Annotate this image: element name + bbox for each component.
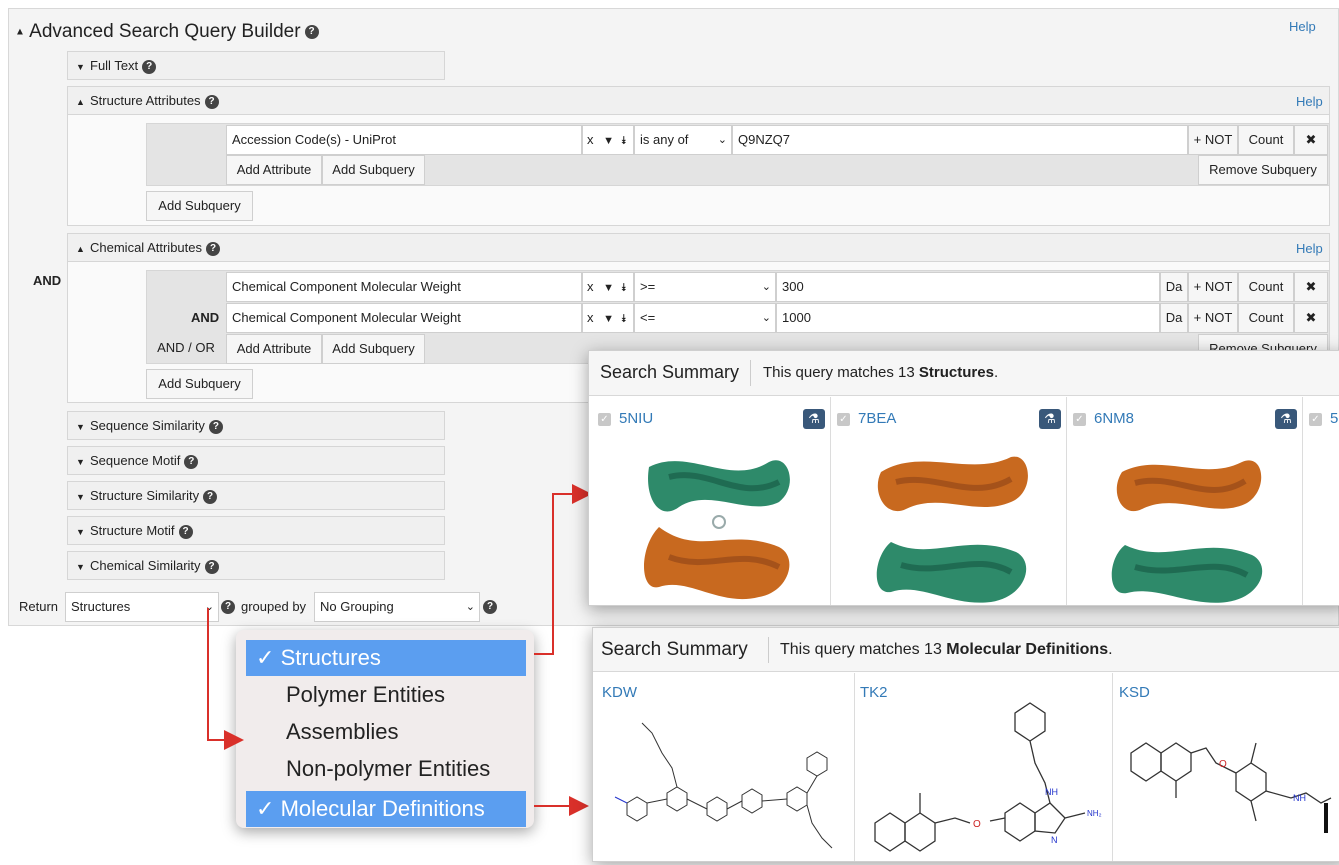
flask-icon[interactable]: ⚗: [803, 409, 825, 429]
summary-text-prefix: This query matches 13: [780, 641, 947, 658]
card-id-row: ✓ 5NIU: [598, 410, 653, 427]
structure-card[interactable]: ✓ 5: [1303, 397, 1339, 605]
summary-text: This query matches 13 Structures.: [763, 364, 998, 381]
molecule-card[interactable]: KSD NH O: [1113, 673, 1339, 861]
protein-ribbon-image: [1111, 460, 1263, 603]
structure-card[interactable]: ✓ 6NM8 ⚗: [1067, 397, 1303, 605]
arrow-to-structures-summary: [534, 484, 592, 655]
oxygen-label: O: [1219, 759, 1227, 770]
summary-header: Search Summary This query matches 13 Str…: [589, 351, 1339, 396]
card-id-row: ✓ 7BEA: [837, 410, 896, 427]
molecule-card[interactable]: TK2 O NH N NH₂: [855, 673, 1113, 861]
checkbox-icon[interactable]: ✓: [598, 412, 611, 426]
molecule-card[interactable]: KDW: [593, 673, 855, 861]
checkbox-icon[interactable]: ✓: [837, 412, 850, 426]
checkbox-icon[interactable]: ✓: [1309, 412, 1322, 426]
nh-label: NH: [1045, 787, 1058, 797]
molecule-id-link[interactable]: KSD: [1119, 684, 1150, 701]
flask-icon[interactable]: ⚗: [1275, 409, 1297, 429]
summary-text-bold: Structures: [918, 364, 994, 381]
summary-text-bold: Molecular Definitions: [946, 641, 1109, 658]
summary-text-suffix: .: [1108, 641, 1113, 658]
summary-title: Search Summary: [601, 639, 748, 660]
divider: [750, 360, 751, 386]
summary-text-suffix: .: [993, 364, 999, 381]
protein-ribbon-image: [644, 460, 790, 600]
card-id-row: ✓ 6NM8: [1073, 410, 1134, 427]
molecule-id-link[interactable]: KDW: [602, 684, 637, 701]
flask-icon[interactable]: ⚗: [1039, 409, 1061, 429]
structure-card[interactable]: ✓ 5NIU ⚗: [589, 397, 831, 605]
protein-ribbon-image: [876, 456, 1028, 603]
arrow-to-dropdown: [207, 608, 244, 750]
nh2-label: NH₂: [1087, 809, 1102, 818]
card-id-row: ✓ 5: [1309, 410, 1338, 427]
molecule-structure-image: O NH N NH₂: [874, 702, 1102, 852]
summary-title: Search Summary: [600, 362, 740, 382]
structures-summary-panel: Search Summary This query matches 13 Str…: [588, 350, 1339, 606]
divider: [768, 637, 769, 663]
checkbox-icon[interactable]: ✓: [1073, 412, 1086, 426]
structure-id-link[interactable]: 5NIU: [619, 410, 653, 427]
molecular-summary-panel: Search Summary This query matches 13 Mol…: [592, 627, 1339, 862]
summary-header: Search Summary This query matches 13 Mol…: [593, 628, 1339, 672]
molecule-structure-image: [614, 722, 833, 849]
structure-id-link[interactable]: 5: [1330, 410, 1338, 427]
summary-text-prefix: This query matches 13: [763, 364, 919, 381]
oxygen-label: O: [973, 819, 981, 830]
structure-card[interactable]: ✓ 7BEA ⚗: [831, 397, 1067, 605]
structure-id-link[interactable]: 7BEA: [858, 410, 896, 427]
summary-text: This query matches 13 Molecular Definiti…: [780, 641, 1113, 659]
n-label: N: [1051, 835, 1058, 845]
nh-label: NH: [1293, 793, 1306, 803]
structure-id-link[interactable]: 6NM8: [1094, 410, 1134, 427]
molecule-structure-image: NH O: [1130, 742, 1332, 833]
